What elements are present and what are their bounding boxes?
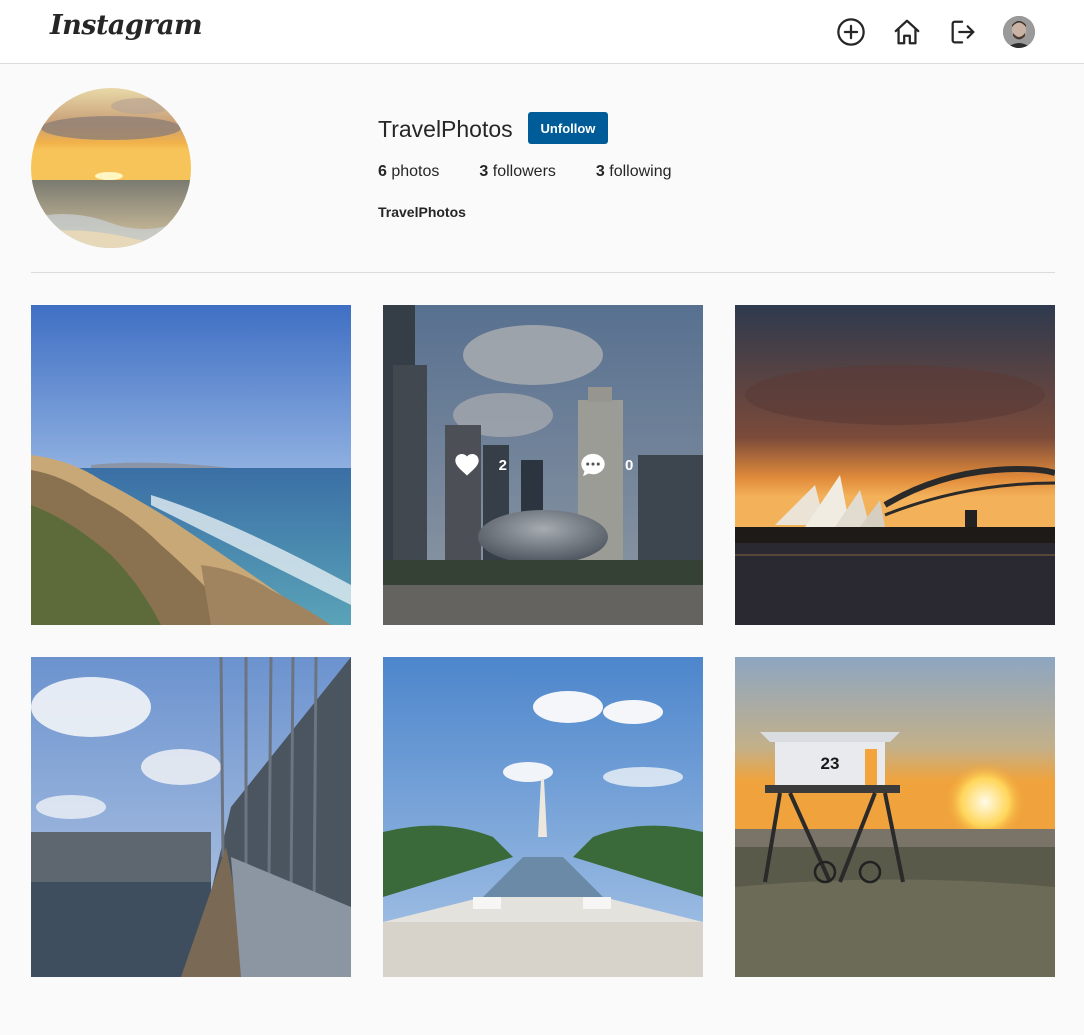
top-navigation-bar: Instagram bbox=[0, 0, 1084, 64]
following-stat[interactable]: 3 following bbox=[596, 163, 672, 181]
like-stat: 2 bbox=[453, 451, 507, 479]
profile-full-name: TravelPhotos bbox=[378, 204, 466, 220]
profile-stats: 6 photos 3 followers 3 following bbox=[378, 163, 712, 181]
post-hover-overlay: 2 0 bbox=[383, 305, 703, 625]
comment-count: 0 bbox=[625, 456, 634, 474]
photos-stat: 6 photos bbox=[378, 163, 439, 181]
profile-divider bbox=[31, 272, 1055, 273]
heart-icon bbox=[454, 454, 479, 476]
post-thumbnail-bridge[interactable] bbox=[31, 657, 351, 977]
photos-label: photos bbox=[391, 163, 440, 180]
following-count: 3 bbox=[595, 163, 605, 180]
comment-icon bbox=[581, 453, 605, 477]
followers-label: followers bbox=[492, 163, 556, 180]
profile-username: TravelPhotos bbox=[378, 116, 513, 142]
followers-stat[interactable]: 3 followers bbox=[479, 163, 556, 181]
comment-stat: 0 bbox=[579, 451, 633, 479]
logout-icon[interactable] bbox=[947, 16, 979, 48]
profile-picture bbox=[31, 88, 191, 248]
user-avatar[interactable] bbox=[1003, 16, 1035, 48]
photos-count: 6 bbox=[378, 163, 387, 180]
like-count: 2 bbox=[498, 456, 507, 474]
post-thumbnail-coast[interactable] bbox=[31, 305, 351, 625]
post-thumbnail-lifeguard-tower[interactable]: 23 bbox=[735, 657, 1055, 977]
followers-count: 3 bbox=[479, 163, 489, 180]
post-thumbnail-monument[interactable] bbox=[383, 657, 703, 977]
post-thumbnail-opera-house[interactable] bbox=[735, 305, 1055, 625]
instagram-logo[interactable]: Instagram bbox=[50, 10, 203, 41]
following-label: following bbox=[609, 163, 672, 180]
tower-number: 23 bbox=[821, 754, 840, 773]
post-thumbnail-city[interactable]: 2 0 bbox=[383, 305, 703, 625]
home-icon[interactable] bbox=[891, 16, 923, 48]
unfollow-button[interactable]: Unfollow bbox=[528, 112, 608, 144]
add-post-icon[interactable] bbox=[835, 16, 867, 48]
